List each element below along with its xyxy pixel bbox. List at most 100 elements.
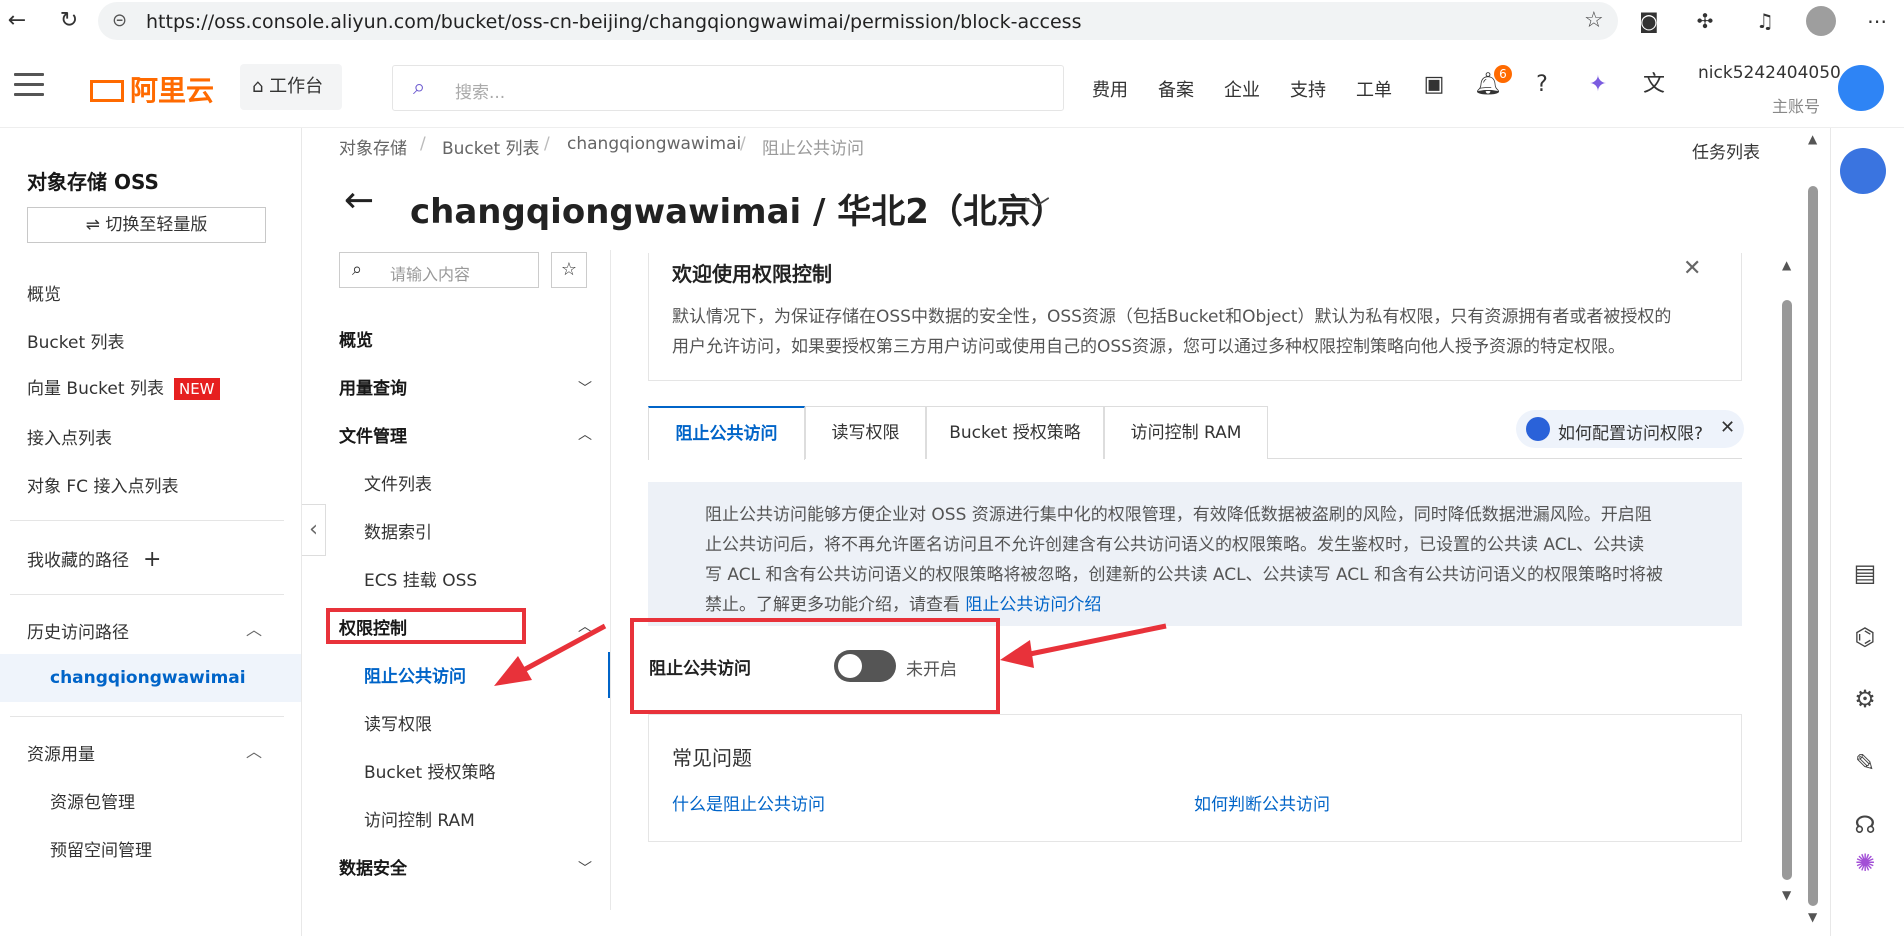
close-icon[interactable]: ✕ (1683, 256, 1701, 281)
new-badge: NEW (173, 378, 220, 400)
ai-assistant-icon[interactable]: ✦ (1584, 71, 1612, 99)
document-icon[interactable]: ▤ (1848, 556, 1882, 590)
close-icon[interactable]: ✕ (1720, 417, 1735, 438)
page-scrollbar[interactable] (1808, 186, 1818, 906)
collapse-sidebar-icon[interactable]: ‹ (302, 504, 326, 556)
sidebar-item-access-points[interactable]: 接入点列表 (27, 424, 112, 449)
subnav-item-file-list[interactable]: 文件列表 (364, 470, 432, 495)
sidebar-item-resource-packs[interactable]: 资源包管理 (50, 788, 135, 813)
breadcrumb-separator: / (740, 134, 746, 154)
subnav-data-security[interactable]: 数据安全 (339, 854, 407, 879)
media-icon[interactable]: ♫ (1752, 8, 1778, 34)
global-search[interactable]: ⌕ 搜索... (392, 65, 1064, 111)
edit-icon[interactable]: ✎ (1848, 746, 1882, 780)
scroll-down-icon[interactable]: ▼ (1808, 910, 1817, 924)
faq-title: 常见问题 (672, 746, 752, 770)
sidebar-title: 对象存储 OSS (27, 170, 159, 194)
breadcrumb-separator: / (544, 134, 550, 154)
browser-toolbar: ← ↻ ⊝ https://oss.console.aliyun.com/buc… (0, 0, 1904, 43)
menu-icon[interactable] (14, 73, 44, 97)
puzzle-icon[interactable]: ✣ (1692, 8, 1718, 34)
nav-billing[interactable]: 费用 (1092, 76, 1128, 102)
scroll-up-icon[interactable]: ▲ (1782, 258, 1791, 272)
back-arrow-icon[interactable]: ← (344, 180, 374, 221)
faq-link-what-is[interactable]: 什么是阻止公共访问 (672, 790, 825, 815)
nav-ticket[interactable]: 工单 (1356, 76, 1392, 102)
breadcrumb-oss[interactable]: 对象存储 (339, 134, 407, 159)
site-info-icon[interactable]: ⊝ (112, 10, 127, 31)
user-avatar[interactable] (1838, 65, 1884, 111)
sidebar-divider (10, 520, 284, 521)
subnav-search-input[interactable]: ⌕ 请输入内容 (339, 252, 539, 288)
brain-icon[interactable]: ✺ (1848, 846, 1882, 880)
tab-rw-permission[interactable]: 读写权限 (805, 406, 926, 459)
back-icon[interactable]: ← (4, 8, 30, 34)
reload-icon[interactable]: ↻ (56, 8, 82, 34)
workbench-button[interactable]: ⌂ 工作台 (240, 64, 342, 110)
subnav-overview[interactable]: 概览 (339, 326, 373, 351)
content-scrollbar[interactable] (1782, 300, 1792, 880)
profile-avatar[interactable] (1806, 6, 1836, 36)
chevron-down-icon[interactable]: ﹀ (578, 378, 592, 398)
sidebar-favorites[interactable]: 我收藏的路径 + (27, 546, 161, 572)
subnav-item-ram[interactable]: 访问控制 RAM (364, 806, 475, 831)
headset-icon[interactable]: ☊ (1848, 808, 1882, 842)
tab-block-public-access[interactable]: 阻止公共访问 (648, 406, 805, 460)
history-item[interactable]: changqiongwawimai (0, 654, 301, 702)
breadcrumb-bucket[interactable]: changqiongwawimai (567, 134, 741, 154)
address-bar[interactable]: ⊝ https://oss.console.aliyun.com/bucket/… (98, 2, 1618, 40)
scroll-up-icon[interactable]: ▲ (1808, 132, 1817, 146)
scroll-down-icon[interactable]: ▼ (1782, 888, 1791, 902)
subnav-item-bucket-policy[interactable]: Bucket 授权策略 (364, 758, 496, 783)
console-header: 阿里云 ⌂ 工作台 ⌕ 搜索... 费用 备案 企业 支持 工单 ▣ 🔔︎ 6 … (0, 43, 1904, 128)
sidebar-item-vector-bucket[interactable]: 向量 Bucket 列表 NEW (27, 374, 220, 400)
sidebar-item-reserved-space[interactable]: 预留空间管理 (50, 836, 152, 861)
subnav-usage[interactable]: 用量查询 (339, 374, 407, 399)
chevron-up-icon[interactable]: ︿ (578, 424, 592, 444)
task-list-link[interactable]: 任务列表 (1692, 138, 1760, 163)
assistant-robot-icon[interactable] (1840, 148, 1886, 194)
breadcrumb-current: 阻止公共访问 (762, 139, 864, 159)
welcome-title: 欢迎使用权限控制 (672, 262, 832, 286)
nav-icp[interactable]: 备案 (1158, 76, 1194, 102)
gear-icon[interactable]: ⚙ (1848, 682, 1882, 716)
subnav-file-management[interactable]: 文件管理 (339, 422, 407, 447)
learn-more-link[interactable]: 阻止公共访问介绍 (965, 595, 1101, 615)
favorite-star-icon[interactable]: ☆ (1584, 8, 1604, 33)
chevron-down-icon[interactable]: ﹀ (578, 858, 592, 878)
faq-link-how-to-judge[interactable]: 如何判断公共访问 (1194, 790, 1330, 815)
robot-icon (1526, 417, 1550, 441)
username[interactable]: nick5242404050 (1698, 63, 1841, 83)
sidebar-history-title[interactable]: 历史访问路径 (27, 618, 129, 643)
extension-icon[interactable]: ◙ (1636, 8, 1662, 34)
sidebar-resource-title[interactable]: 资源用量 (27, 740, 95, 765)
tab-ram[interactable]: 访问控制 RAM (1104, 406, 1268, 459)
nav-support[interactable]: 支持 (1290, 76, 1326, 102)
help-pill[interactable]: 如何配置访问权限? ✕ (1516, 410, 1744, 448)
sidebar-item-fc-access-points[interactable]: 对象 FC 接入点列表 (27, 472, 178, 497)
api-icon[interactable]: ⌬ (1848, 620, 1882, 654)
subnav-item-block-public-access[interactable]: 阻止公共访问 (364, 662, 466, 687)
tab-bucket-policy[interactable]: Bucket 授权策略 (926, 406, 1104, 459)
sidebar-item-label: 向量 Bucket 列表 (27, 379, 164, 399)
chevron-down-icon[interactable]: ﹀ (1024, 190, 1050, 227)
star-icon[interactable]: ☆ (551, 252, 587, 288)
chevron-up-icon[interactable]: ︿ (246, 738, 262, 762)
subnav-item-ecs-mount[interactable]: ECS 挂载 OSS (364, 566, 477, 591)
chevron-up-icon[interactable]: ︿ (246, 616, 262, 640)
aliyun-logo[interactable]: 阿里云 (90, 69, 214, 109)
more-menu-icon[interactable]: ⋯ (1864, 8, 1890, 34)
help-icon[interactable]: ? (1528, 71, 1556, 99)
language-icon[interactable]: 文 (1640, 71, 1668, 99)
url-text[interactable]: https://oss.console.aliyun.com/bucket/os… (146, 11, 1081, 33)
sidebar-item-bucket-list[interactable]: Bucket 列表 (27, 328, 125, 353)
sidebar-item-overview[interactable]: 概览 (27, 280, 61, 305)
terminal-icon[interactable]: ▣ (1420, 71, 1448, 99)
info-text-line: 禁止。了解更多功能介绍，请查看 阻止公共访问介绍 (705, 590, 1101, 615)
breadcrumb-bucket-list[interactable]: Bucket 列表 (442, 134, 540, 159)
add-icon[interactable]: + (143, 547, 161, 572)
nav-enterprise[interactable]: 企业 (1224, 76, 1260, 102)
switch-lite-button[interactable]: ⇌ 切换至轻量版 (27, 207, 266, 243)
subnav-item-data-index[interactable]: 数据索引 (364, 518, 432, 543)
subnav-item-rw-permission[interactable]: 读写权限 (364, 710, 432, 735)
